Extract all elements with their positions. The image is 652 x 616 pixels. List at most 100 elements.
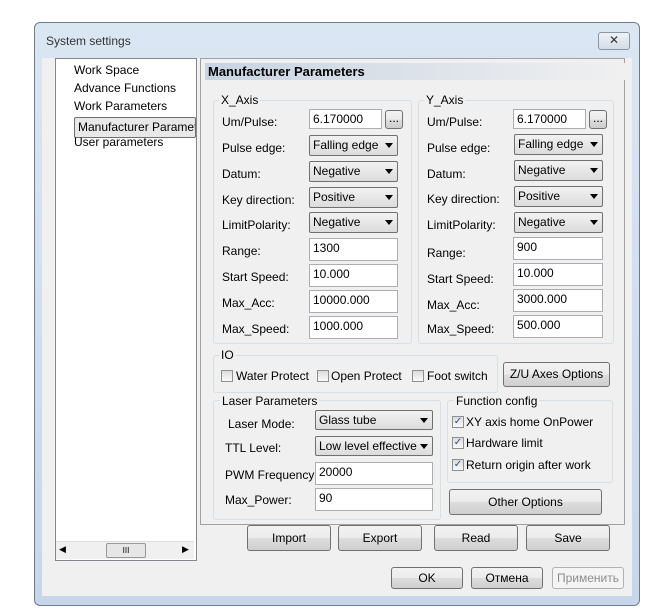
foot-switch-checkbox[interactable]	[412, 370, 424, 382]
pwm-frequency-input[interactable]: 20000	[315, 462, 433, 485]
import-button[interactable]: Import	[247, 525, 331, 551]
tree-item-advance-functions[interactable]: Advance Functions	[74, 81, 196, 95]
x-range-input[interactable]: 1300	[309, 238, 398, 261]
y-axis-title: Y_Axis	[424, 93, 466, 107]
water-protect-checkbox[interactable]	[221, 370, 233, 382]
laser-mode-select[interactable]: Glass tube	[315, 410, 433, 430]
x-key-direction-select[interactable]: Positive	[309, 187, 398, 208]
y-range-label: Range:	[427, 246, 466, 260]
x-max-acc-label: Max_Acc:	[222, 296, 275, 310]
x-pulse-edge-label: Pulse edge:	[222, 141, 286, 155]
x-axis-title: X_Axis	[219, 93, 261, 107]
y-um-pulse-browse-button[interactable]: ...	[589, 110, 607, 129]
hardware-limit-checkbox[interactable]: ✓	[452, 437, 464, 449]
max-power-label: Max_Power:	[225, 493, 292, 507]
zu-axes-options-button[interactable]: Z/U Axes Options	[503, 362, 610, 387]
close-button[interactable]: ✕	[598, 32, 630, 50]
open-protect-checkbox[interactable]	[317, 370, 329, 382]
x-um-pulse-browse-button[interactable]: ...	[385, 110, 403, 129]
x-start-speed-label: Start Speed:	[222, 270, 289, 284]
dropdown-arrow-icon	[590, 194, 598, 199]
selected-value: Low level effective	[319, 439, 417, 453]
y-pulse-edge-select[interactable]: Falling edge	[514, 134, 603, 155]
x-datum-label: Datum:	[222, 167, 261, 181]
ttl-level-select[interactable]: Low level effective	[315, 436, 433, 456]
cancel-button[interactable]: Отмена	[471, 567, 543, 589]
save-button[interactable]: Save	[526, 525, 610, 551]
x-key-direction-label: Key direction:	[222, 193, 295, 207]
export-button[interactable]: Export	[338, 525, 422, 551]
return-origin-label: Return origin after work	[466, 458, 591, 472]
selected-value: Negative	[313, 164, 361, 178]
dropdown-arrow-icon	[385, 195, 393, 200]
function-config-title: Function config	[454, 394, 540, 408]
selected-value: Negative	[518, 163, 566, 177]
ttl-level-label: TTL Level:	[225, 441, 282, 455]
y-max-speed-input[interactable]: 500.000	[513, 315, 603, 338]
y-um-pulse-label: Um/Pulse:	[427, 115, 483, 129]
selected-value: Negative	[518, 215, 566, 229]
y-range-input[interactable]: 900	[513, 237, 603, 260]
dropdown-arrow-icon	[385, 169, 393, 174]
ok-button[interactable]: OK	[391, 567, 463, 589]
settings-tree: Work Space Advance Functions Work Parame…	[55, 58, 197, 561]
y-um-pulse-input[interactable]: 6.170000	[513, 109, 586, 129]
x-max-speed-input[interactable]: 1000.000	[309, 316, 398, 339]
y-limit-polarity-select[interactable]: Negative	[514, 212, 603, 233]
io-title: IO	[219, 348, 236, 362]
x-start-speed-input[interactable]: 10.000	[309, 264, 398, 287]
x-um-pulse-label: Um/Pulse:	[222, 115, 278, 129]
x-limit-polarity-label: LimitPolarity:	[222, 218, 291, 232]
dropdown-arrow-icon	[590, 220, 598, 225]
y-datum-select[interactable]: Negative	[514, 160, 603, 181]
tree-item-work-space[interactable]: Work Space	[74, 63, 196, 77]
dropdown-arrow-icon	[590, 168, 598, 173]
laser-mode-label: Laser Mode:	[228, 417, 295, 431]
open-protect-label: Open Protect	[331, 369, 402, 383]
x-limit-polarity-select[interactable]: Negative	[309, 212, 398, 233]
selected-value: Positive	[518, 189, 561, 203]
y-key-direction-label: Key direction:	[427, 192, 500, 206]
x-max-speed-label: Max_Speed:	[222, 322, 290, 336]
hardware-limit-label: Hardware limit	[466, 436, 543, 450]
y-max-speed-label: Max_Speed:	[427, 322, 495, 336]
xy-home-checkbox[interactable]: ✓	[452, 416, 464, 428]
scroll-left-icon[interactable]: ◀	[59, 544, 66, 555]
selected-value: Falling edge	[313, 138, 379, 152]
scroll-right-icon[interactable]: ▶	[182, 544, 189, 555]
y-pulse-edge-label: Pulse edge:	[427, 141, 491, 155]
y-start-speed-label: Start Speed:	[427, 272, 494, 286]
y-max-acc-label: Max_Acc:	[427, 298, 480, 312]
selected-value: Glass tube	[319, 413, 377, 427]
other-options-button[interactable]: Other Options	[449, 489, 602, 515]
scroll-thumb[interactable]: III	[106, 543, 146, 558]
y-key-direction-select[interactable]: Positive	[514, 186, 603, 207]
dropdown-arrow-icon	[385, 220, 393, 225]
foot-switch-label: Foot switch	[427, 369, 488, 383]
x-pulse-edge-select[interactable]: Falling edge	[309, 135, 398, 156]
selected-value: Positive	[313, 190, 356, 204]
dropdown-arrow-icon	[420, 444, 428, 449]
tree-item-work-parameters[interactable]: Work Parameters	[74, 99, 196, 113]
y-limit-polarity-label: LimitPolarity:	[427, 218, 496, 232]
window-title: System settings	[46, 34, 131, 48]
close-icon: ✕	[608, 33, 620, 47]
dropdown-arrow-icon	[420, 418, 428, 423]
tree-item-user-parameters[interactable]: User parameters	[74, 135, 196, 149]
x-max-acc-input[interactable]: 10000.000	[309, 290, 398, 313]
laser-parameters-title: Laser Parameters	[220, 394, 320, 408]
y-max-acc-input[interactable]: 3000.000	[513, 289, 603, 312]
x-range-label: Range:	[222, 244, 261, 258]
apply-button[interactable]: Применить	[552, 567, 624, 589]
read-button[interactable]: Read	[434, 525, 518, 551]
return-origin-checkbox[interactable]: ✓	[452, 459, 464, 471]
x-um-pulse-input[interactable]: 6.170000	[309, 109, 382, 129]
xy-home-label: XY axis home OnPower	[466, 415, 594, 429]
dropdown-arrow-icon	[590, 142, 598, 147]
max-power-input[interactable]: 90	[315, 488, 433, 511]
dropdown-arrow-icon	[385, 143, 393, 148]
x-datum-select[interactable]: Negative	[309, 161, 398, 182]
selected-value: Falling edge	[518, 137, 584, 151]
horizontal-scrollbar[interactable]: ◀ III ▶	[56, 541, 194, 559]
y-start-speed-input[interactable]: 10.000	[513, 263, 603, 286]
